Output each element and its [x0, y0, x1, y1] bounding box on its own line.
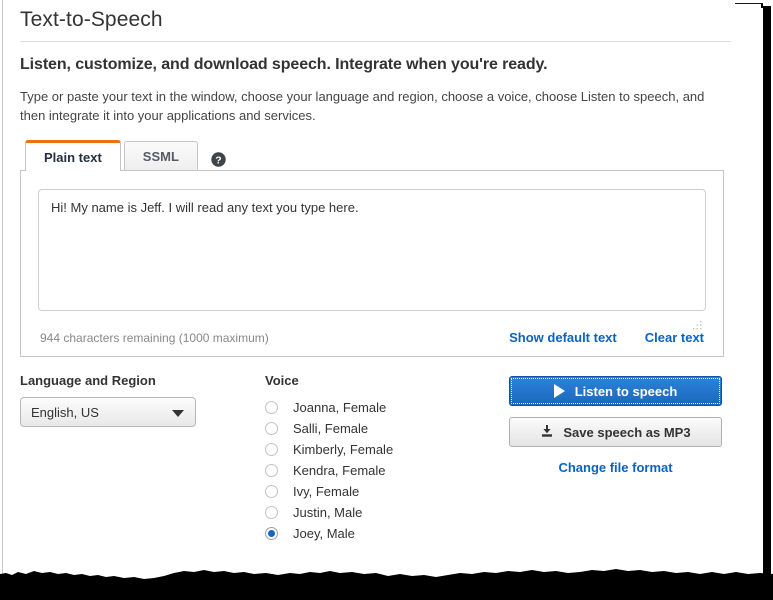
tab-strip: Plain text SSML ?	[25, 141, 732, 171]
page-content: Text-to-Speech Listen, customize, and do…	[20, 8, 732, 543]
voice-option-label: Kimberly, Female	[293, 442, 393, 457]
clear-text-link[interactable]: Clear text	[645, 330, 704, 345]
radio-icon[interactable]	[265, 506, 278, 519]
change-file-format-link[interactable]: Change file format	[509, 460, 722, 475]
language-region-select[interactable]: English, US	[20, 397, 196, 427]
listen-to-speech-button[interactable]: Listen to speech	[509, 376, 722, 406]
voice-section: Voice Joanna, Female Salli, Female Kimbe…	[265, 373, 505, 544]
radio-icon[interactable]	[265, 401, 278, 414]
character-count-label: 944 characters remaining (1000 maximum)	[40, 331, 269, 345]
voice-radio-group: Joanna, Female Salli, Female Kimberly, F…	[265, 397, 505, 544]
controls-row: Language and Region English, US Voice Jo…	[20, 373, 732, 543]
voice-label: Voice	[265, 373, 505, 388]
voice-option-ivy[interactable]: Ivy, Female	[265, 481, 505, 502]
voice-option-label: Joanna, Female	[293, 400, 386, 415]
voice-option-kimberly[interactable]: Kimberly, Female	[265, 439, 505, 460]
language-region-section: Language and Region English, US	[20, 373, 250, 427]
tab-ssml-label: SSML	[143, 149, 179, 164]
radio-icon-selected[interactable]	[265, 527, 278, 540]
voice-option-joey[interactable]: Joey, Male	[265, 523, 505, 544]
voice-option-salli[interactable]: Salli, Female	[265, 418, 505, 439]
chevron-down-icon	[172, 410, 184, 417]
listen-to-speech-label: Listen to speech	[575, 384, 678, 399]
help-circle-icon[interactable]: ?	[211, 152, 226, 167]
play-icon	[554, 384, 565, 398]
window-top-edge	[3, 3, 763, 4]
save-speech-as-mp3-button[interactable]: Save speech as MP3	[509, 417, 722, 447]
svg-text:?: ?	[215, 154, 221, 166]
editor-footer-links: Show default text Clear text	[509, 330, 704, 345]
tab-plain-text-label: Plain text	[44, 150, 102, 165]
voice-option-label: Kendra, Female	[293, 463, 386, 478]
voice-option-justin[interactable]: Justin, Male	[265, 502, 505, 523]
radio-icon[interactable]	[265, 464, 278, 477]
page-subheading: Listen, customize, and download speech. …	[20, 56, 732, 74]
save-speech-as-mp3-label: Save speech as MP3	[563, 425, 690, 440]
window-left-border	[2, 0, 3, 578]
editor-footer: 944 characters remaining (1000 maximum) …	[38, 330, 706, 345]
language-region-selected-value: English, US	[31, 405, 99, 420]
action-buttons-section: Listen to speech Save speech as MP3 Chan…	[509, 376, 724, 475]
page-title: Text-to-Speech	[20, 8, 732, 41]
radio-icon[interactable]	[265, 422, 278, 435]
torn-bottom-edge	[0, 560, 773, 600]
speech-text-input[interactable]	[38, 189, 706, 311]
voice-option-label: Joey, Male	[293, 526, 355, 541]
voice-option-label: Salli, Female	[293, 421, 368, 436]
window-top-border	[735, 3, 763, 4]
voice-option-joanna[interactable]: Joanna, Female	[265, 397, 505, 418]
screenshot-canvas: Text-to-Speech Listen, customize, and do…	[0, 0, 773, 600]
resize-grip-icon[interactable]	[693, 317, 702, 326]
language-region-label: Language and Region	[20, 373, 250, 388]
tab-ssml[interactable]: SSML	[124, 141, 198, 171]
voice-option-kendra[interactable]: Kendra, Female	[265, 460, 505, 481]
radio-icon[interactable]	[265, 485, 278, 498]
window-right-border	[763, 6, 771, 592]
tab-plain-text[interactable]: Plain text	[25, 140, 121, 171]
download-icon	[540, 424, 554, 441]
editor-panel: 944 characters remaining (1000 maximum) …	[20, 170, 724, 357]
voice-option-label: Ivy, Female	[293, 484, 359, 499]
show-default-text-link[interactable]: Show default text	[509, 330, 617, 345]
radio-icon[interactable]	[265, 443, 278, 456]
title-divider	[20, 41, 731, 42]
voice-option-label: Justin, Male	[293, 505, 362, 520]
page-intro-text: Type or paste your text in the window, c…	[20, 87, 710, 125]
